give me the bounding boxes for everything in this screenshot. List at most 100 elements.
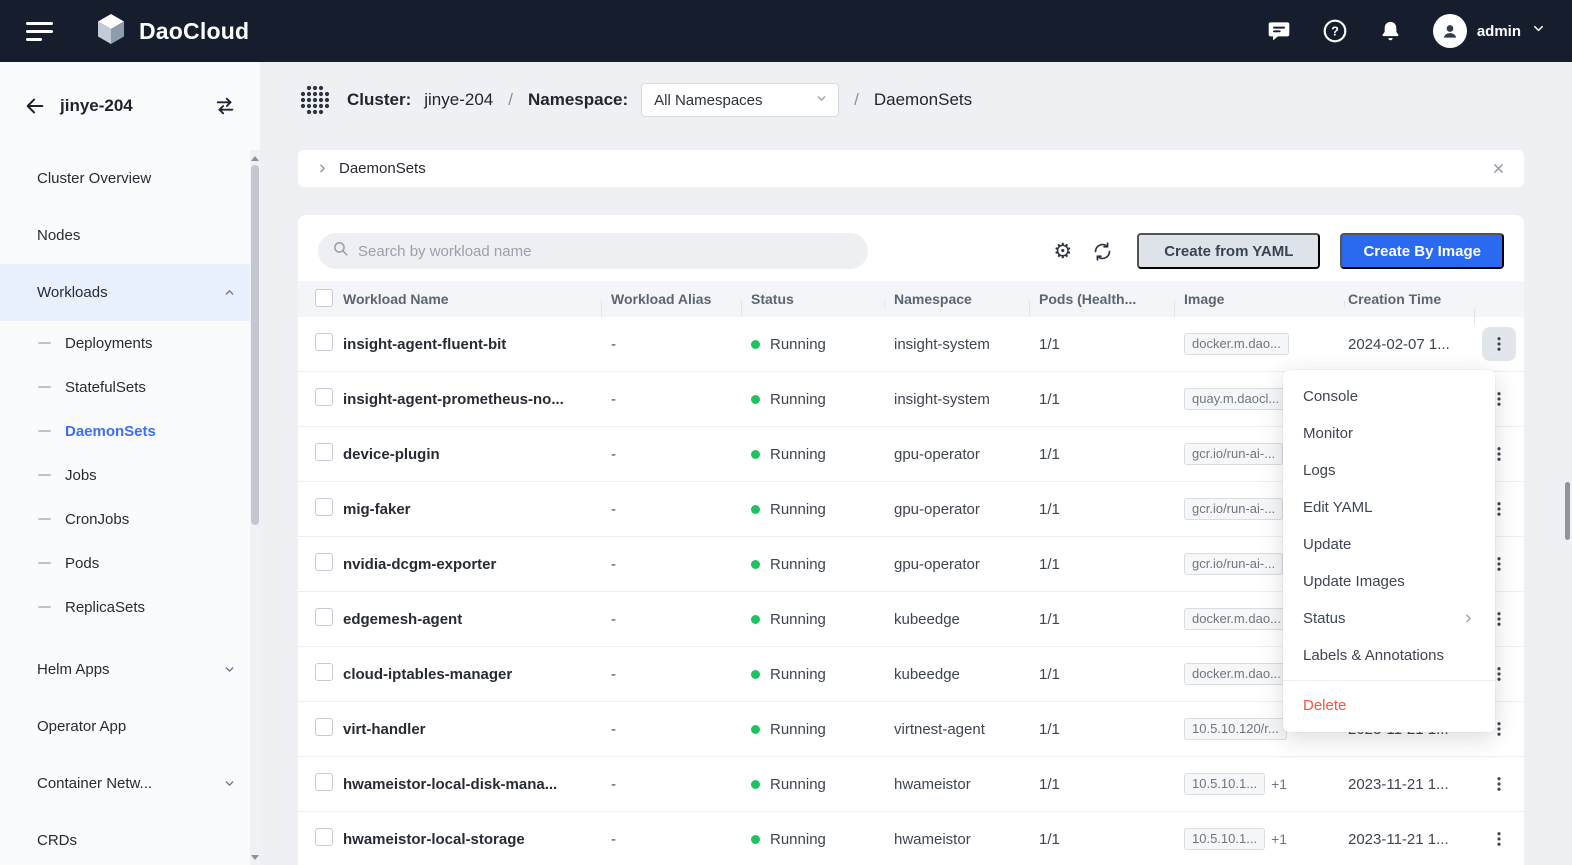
create-from-yaml-button[interactable]: Create from YAML (1137, 233, 1320, 269)
row-checkbox[interactable] (315, 663, 333, 681)
status-dot (751, 615, 760, 624)
sidebar-header: jinye-204 (0, 62, 260, 150)
menu-item-monitor[interactable]: Monitor (1283, 415, 1495, 452)
workload-pods: 1/1 (1029, 391, 1174, 408)
menu-item-update-images[interactable]: Update Images (1283, 563, 1495, 600)
chevron-down-icon (223, 663, 236, 676)
sidebar-item-jobs[interactable]: Jobs (0, 453, 260, 497)
sidebar-item-crds[interactable]: CRDs (0, 812, 260, 865)
workload-alias: - (601, 501, 741, 518)
creation-time: 2023-11-21 1... (1344, 831, 1474, 848)
row-checkbox[interactable] (315, 388, 333, 406)
dash-icon (38, 474, 51, 476)
kebab-menu-button[interactable] (1482, 822, 1516, 856)
table-row: hwameistor-local-storage - Running hwame… (298, 812, 1524, 865)
row-checkbox[interactable] (315, 773, 333, 791)
row-checkbox[interactable] (315, 443, 333, 461)
page-scrollbar-thumb[interactable] (1565, 482, 1570, 540)
row-checkbox[interactable] (315, 828, 333, 846)
bell-icon[interactable] (1377, 17, 1405, 45)
workload-image: 10.5.10.1...+1 (1174, 773, 1344, 796)
row-checkbox[interactable] (315, 608, 333, 626)
menu-item-status[interactable]: Status (1283, 600, 1495, 637)
sidebar-item-workloads[interactable]: Workloads (0, 264, 260, 321)
cluster-name[interactable]: jinye-204 (424, 90, 493, 110)
sidebar-item-replicasets[interactable]: ReplicaSets (0, 585, 260, 629)
kebab-menu-button[interactable] (1482, 767, 1516, 801)
workload-namespace: kubeedge (884, 611, 1029, 628)
row-context-menu: Console Monitor Logs Edit YAML Update Up… (1283, 370, 1495, 732)
sidebar-item-operator-app[interactable]: Operator App (0, 698, 260, 755)
workload-pods: 1/1 (1029, 336, 1174, 353)
workload-name[interactable]: insight-agent-fluent-bit (343, 336, 601, 353)
workload-alias: - (601, 336, 741, 353)
workload-name[interactable]: cloud-iptables-manager (343, 666, 601, 683)
workload-name[interactable]: virt-handler (343, 721, 601, 738)
refresh-icon[interactable] (1092, 241, 1113, 262)
menu-item-logs[interactable]: Logs (1283, 452, 1495, 489)
menu-item-console[interactable]: Console (1283, 378, 1495, 415)
workload-name[interactable]: hwameistor-local-disk-mana... (343, 776, 601, 793)
workload-name[interactable]: mig-faker (343, 501, 601, 518)
sidebar-scrollbar[interactable] (250, 150, 260, 865)
row-checkbox[interactable] (315, 498, 333, 516)
daocloud-logo (93, 11, 129, 52)
menu-item-edit-yaml[interactable]: Edit YAML (1283, 489, 1495, 526)
scrollbar-thumb[interactable] (251, 165, 259, 525)
sidebar-item-helm-apps[interactable]: Helm Apps (0, 641, 260, 698)
scroll-up-icon[interactable] (250, 151, 260, 165)
hamburger-menu-icon[interactable] (26, 22, 53, 41)
sidebar-item-label: Pods (65, 555, 99, 572)
workload-namespace: gpu-operator (884, 556, 1029, 573)
page-title: DaemonSets (874, 90, 972, 110)
workload-name[interactable]: hwameistor-local-storage (343, 831, 601, 848)
menu-item-delete[interactable]: Delete (1283, 687, 1495, 724)
scroll-down-icon[interactable] (250, 850, 260, 864)
table-row: hwameistor-local-disk-mana... - Running … (298, 757, 1524, 812)
chat-icon[interactable] (1265, 17, 1293, 45)
tag-daemonsets[interactable]: DaemonSets (339, 160, 426, 177)
switch-cluster-icon[interactable] (214, 95, 236, 117)
sidebar-item-cluster-overview[interactable]: Cluster Overview (0, 150, 260, 207)
menu-item-update[interactable]: Update (1283, 526, 1495, 563)
sidebar-item-daemonsets[interactable]: DaemonSets (0, 409, 260, 453)
workload-status: Running (741, 831, 884, 848)
sidebar-item-pods[interactable]: Pods (0, 541, 260, 585)
chevron-right-icon (1462, 612, 1475, 625)
workload-alias: - (601, 666, 741, 683)
namespace-select[interactable]: All Namespaces (641, 83, 839, 117)
workload-alias: - (601, 831, 741, 848)
image-tag: gcr.io/run-ai-... (1184, 443, 1283, 466)
create-by-image-button[interactable]: Create By Image (1340, 233, 1504, 269)
kebab-menu-button[interactable] (1482, 327, 1516, 361)
back-icon[interactable] (24, 95, 46, 117)
sidebar-item-deployments[interactable]: Deployments (0, 321, 260, 365)
sidebar-item-statefulsets[interactable]: StatefulSets (0, 365, 260, 409)
help-icon[interactable]: ? (1321, 17, 1349, 45)
chevron-right-icon[interactable] (316, 162, 329, 175)
close-icon[interactable] (1491, 161, 1506, 176)
sidebar-item-cronjobs[interactable]: CronJobs (0, 497, 260, 541)
workload-name[interactable]: device-plugin (343, 446, 601, 463)
workload-name[interactable]: nvidia-dcgm-exporter (343, 556, 601, 573)
workload-name[interactable]: edgemesh-agent (343, 611, 601, 628)
row-checkbox[interactable] (315, 333, 333, 351)
workload-namespace: insight-system (884, 336, 1029, 353)
user-menu[interactable]: admin (1433, 14, 1546, 48)
row-checkbox[interactable] (315, 718, 333, 736)
select-all-checkbox[interactable] (315, 289, 333, 307)
menu-item-labels-annotations[interactable]: Labels & Annotations (1283, 637, 1495, 674)
gear-icon[interactable]: ⚙ (1053, 241, 1072, 262)
search-box[interactable] (318, 233, 868, 269)
sidebar-item-container-network[interactable]: Container Netw... (0, 755, 260, 812)
sidebar-nav: Cluster Overview Nodes Workloads Deploym… (0, 150, 260, 865)
workload-name[interactable]: insight-agent-prometheus-no... (343, 391, 601, 408)
row-checkbox[interactable] (315, 553, 333, 571)
brand[interactable]: DaoCloud (93, 11, 249, 52)
sidebar-item-nodes[interactable]: Nodes (0, 207, 260, 264)
status-dot (751, 780, 760, 789)
workload-alias: - (601, 446, 741, 463)
search-input[interactable] (358, 243, 854, 260)
workload-pods: 1/1 (1029, 776, 1174, 793)
status-text: Running (770, 776, 826, 793)
